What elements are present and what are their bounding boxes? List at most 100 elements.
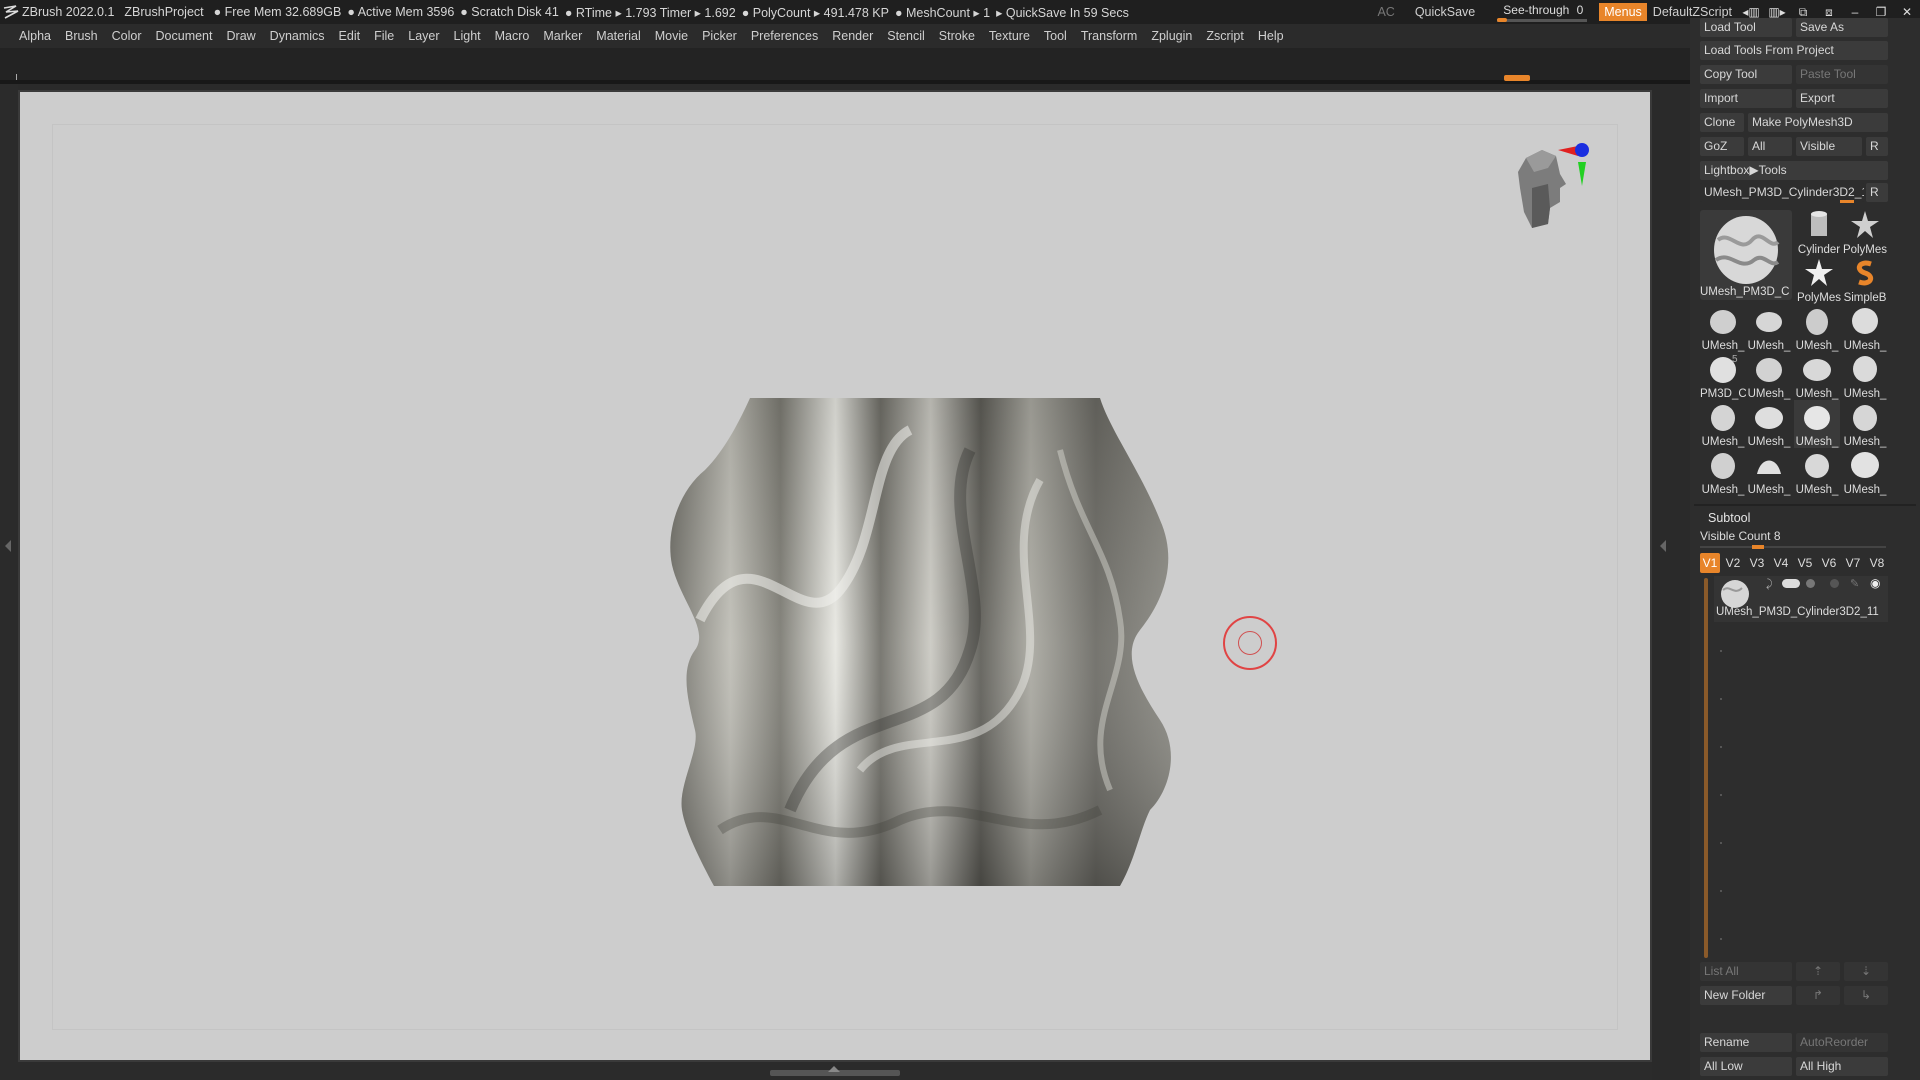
left-tray[interactable]	[0, 84, 18, 1080]
ac-toggle[interactable]: AC	[1377, 5, 1394, 19]
menu-draw[interactable]: Draw	[227, 29, 256, 43]
layout-right-icon[interactable]: ▥▸	[1764, 5, 1790, 19]
visible-count-slider-track[interactable]	[1700, 546, 1886, 548]
bottom-tray-toggle-icon[interactable]	[828, 1066, 840, 1072]
navigation-head-icon[interactable]	[1504, 128, 1594, 248]
subtool-tab-v3[interactable]: V3	[1747, 553, 1767, 573]
subtool-solo-icon[interactable]	[1830, 579, 1839, 588]
menu-alpha[interactable]: Alpha	[19, 29, 51, 43]
paste-tool-button[interactable]: Paste Tool	[1796, 65, 1888, 84]
tool-grid-item[interactable]: UMesh_	[1700, 304, 1746, 352]
close-icon[interactable]: ✕	[1894, 5, 1920, 19]
restore-icon[interactable]: ❐	[1868, 5, 1894, 19]
tool-grid-item[interactable]: UMesh_	[1746, 400, 1792, 448]
tool-grid-item[interactable]: UMesh_	[1794, 304, 1840, 352]
visible-count-slider-knob[interactable]	[1752, 545, 1764, 549]
tool-grid-item[interactable]: UMesh_	[1700, 400, 1746, 448]
tool-grid-item[interactable]: UMesh_	[1700, 448, 1746, 496]
auto-reorder-button[interactable]: AutoReorder	[1796, 1033, 1888, 1052]
zbrush-logo-icon[interactable]	[0, 0, 22, 24]
export-button[interactable]: Export	[1796, 89, 1888, 108]
tool-grid-item[interactable]: UMesh_	[1842, 352, 1888, 400]
clone-button[interactable]: Clone	[1700, 113, 1744, 132]
folder-move-down-icon[interactable]: ↳	[1844, 986, 1888, 1005]
save-as-button[interactable]: Save As	[1796, 18, 1888, 37]
goz-r-button[interactable]: R	[1866, 137, 1888, 156]
menu-movie[interactable]: Movie	[655, 29, 688, 43]
tool-grid-item[interactable]: UMesh_	[1794, 352, 1840, 400]
lightbox-tools-button[interactable]: Lightbox▶Tools	[1700, 161, 1888, 180]
current-tool-slider-knob[interactable]	[1840, 200, 1854, 203]
sculpted-cylinder-mesh[interactable]	[640, 390, 1200, 890]
rename-button[interactable]: Rename	[1700, 1033, 1792, 1052]
all-high-button[interactable]: All High	[1796, 1057, 1888, 1076]
menu-render[interactable]: Render	[832, 29, 873, 43]
subtool-brush-icon[interactable]: ⤸	[1766, 578, 1773, 591]
tool-grid-item[interactable]: UMesh_	[1842, 400, 1888, 448]
shelf-scrollbar[interactable]	[0, 80, 1690, 84]
menu-material[interactable]: Material	[596, 29, 640, 43]
tool-grid-item-selected[interactable]: UMesh_	[1794, 400, 1840, 448]
tool-thumb-simplebrush[interactable]: SimpleB	[1842, 256, 1888, 304]
subtool-tab-v8[interactable]: V8	[1867, 553, 1887, 573]
document-canvas[interactable]	[18, 90, 1652, 1062]
tool-thumb-cylinder[interactable]: Cylinder	[1796, 208, 1842, 256]
move-up-arrow-icon[interactable]: ⇡	[1796, 962, 1840, 981]
layout-left-icon[interactable]: ◂▥	[1738, 5, 1764, 19]
menu-document[interactable]: Document	[156, 29, 213, 43]
menu-edit[interactable]: Edit	[339, 29, 361, 43]
subtool-toggle-icon[interactable]	[1782, 579, 1800, 588]
tool-thumb-polymesh[interactable]: PolyMes	[1842, 208, 1888, 256]
subtool-tab-v6[interactable]: V6	[1819, 553, 1839, 573]
import-button[interactable]: Import	[1700, 89, 1792, 108]
see-through-slider[interactable]: See-through 0	[1497, 2, 1588, 22]
menu-preferences[interactable]: Preferences	[751, 29, 818, 43]
menu-tool[interactable]: Tool	[1044, 29, 1067, 43]
all-low-button[interactable]: All Low	[1700, 1057, 1792, 1076]
see-through-knob[interactable]	[1497, 18, 1508, 22]
subtool-list-item[interactable]: ⤸ ✎ ◉ UMesh_PM3D_Cylinder3D2_11	[1714, 576, 1888, 622]
current-tool-r-button[interactable]: R	[1866, 183, 1888, 202]
move-down-arrow-icon[interactable]: ⇣	[1844, 962, 1888, 981]
left-tray-toggle-icon[interactable]	[5, 540, 11, 552]
subtool-visibility-eye-icon[interactable]: ◉	[1870, 576, 1880, 590]
menu-file[interactable]: File	[374, 29, 394, 43]
tool-grid-item[interactable]: UMesh_	[1746, 352, 1792, 400]
goz-button[interactable]: GoZ	[1700, 137, 1744, 156]
menu-marker[interactable]: Marker	[543, 29, 582, 43]
tool-grid-item[interactable]: UMesh_	[1794, 448, 1840, 496]
new-folder-button[interactable]: New Folder	[1700, 986, 1792, 1005]
right-tray-toggle-icon[interactable]	[1660, 540, 1666, 552]
make-polymesh3d-button[interactable]: Make PolyMesh3D	[1748, 113, 1888, 132]
tool-grid-item[interactable]: UMesh_	[1746, 448, 1792, 496]
load-tool-button[interactable]: Load Tool	[1700, 18, 1792, 37]
tool-grid-item[interactable]: 5 PM3D_C	[1700, 352, 1746, 400]
quicksave-button[interactable]: QuickSave	[1415, 5, 1475, 19]
goz-all-button[interactable]: All	[1748, 137, 1792, 156]
subtool-title[interactable]: Subtool	[1708, 511, 1750, 525]
shelf-scroll-knob[interactable]	[1504, 75, 1530, 81]
menu-help[interactable]: Help	[1258, 29, 1284, 43]
menu-color[interactable]: Color	[112, 29, 142, 43]
subtool-tab-v5[interactable]: V5	[1795, 553, 1815, 573]
menus-toggle-button[interactable]: Menus	[1599, 3, 1647, 21]
goz-visible-button[interactable]: Visible	[1796, 137, 1862, 156]
menu-texture[interactable]: Texture	[989, 29, 1030, 43]
copy-tool-button[interactable]: Copy Tool	[1700, 65, 1792, 84]
tool-thumb-polymesh-2[interactable]: PolyMes	[1796, 256, 1842, 304]
folder-move-up-icon[interactable]: ↱	[1796, 986, 1840, 1005]
menu-stencil[interactable]: Stencil	[887, 29, 925, 43]
menu-light[interactable]: Light	[454, 29, 481, 43]
tool-grid-item[interactable]: UMesh_	[1842, 304, 1888, 352]
subtool-polypaint-icon[interactable]	[1806, 579, 1815, 588]
tool-grid-item[interactable]: UMesh_	[1842, 448, 1888, 496]
load-tools-from-project-button[interactable]: Load Tools From Project	[1700, 41, 1888, 60]
menu-transform[interactable]: Transform	[1081, 29, 1138, 43]
subtool-list-scrollbar[interactable]	[1704, 578, 1708, 958]
menu-stroke[interactable]: Stroke	[939, 29, 975, 43]
subtool-tab-v4[interactable]: V4	[1771, 553, 1791, 573]
menu-layer[interactable]: Layer	[408, 29, 439, 43]
menu-macro[interactable]: Macro	[495, 29, 530, 43]
minimize-icon[interactable]: –	[1842, 5, 1868, 19]
menu-zscript[interactable]: Zscript	[1206, 29, 1244, 43]
